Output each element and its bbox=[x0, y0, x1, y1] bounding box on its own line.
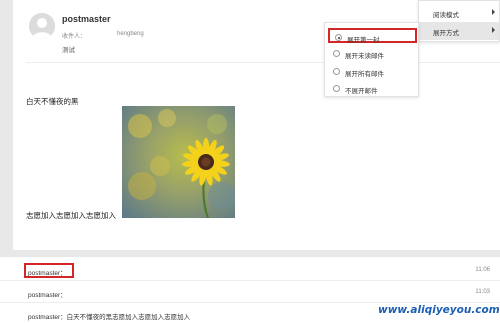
conversation-time: 11:03 bbox=[475, 289, 490, 295]
conversation-row[interactable]: postmaster： 11:03 bbox=[0, 282, 500, 303]
sunflower-image bbox=[122, 106, 235, 218]
option-label: 展开未读邮件 bbox=[345, 53, 384, 60]
avatar bbox=[29, 13, 55, 39]
option-label: 展开第一封 bbox=[347, 37, 380, 44]
option-label: 展开所有邮件 bbox=[345, 71, 384, 78]
conversation-time: 11:06 bbox=[475, 267, 490, 273]
menu-item-label: 阅读模式 bbox=[433, 12, 459, 19]
header-divider bbox=[26, 62, 500, 63]
recipient-name[interactable]: hengbeng bbox=[117, 31, 144, 37]
conversation-row[interactable]: postmaster： 11:06 bbox=[0, 260, 500, 281]
option-label: 不展开邮件 bbox=[345, 88, 378, 95]
options-menu: 阅读模式 展开方式 bbox=[418, 0, 500, 42]
option-expand-unread[interactable]: 展开未读邮件 bbox=[328, 46, 417, 61]
option-expand-all[interactable]: 展开所有邮件 bbox=[328, 64, 417, 79]
message-subject: 测试 bbox=[62, 47, 75, 54]
menu-item-label: 展开方式 bbox=[433, 30, 459, 37]
user-avatar-icon bbox=[29, 13, 55, 39]
conversation-preview: postmaster：白天不懂夜的黑志愿加入志愿加入志愿加入 bbox=[28, 314, 191, 321]
radio-icon[interactable] bbox=[333, 85, 340, 92]
conversation-preview: postmaster： bbox=[28, 270, 67, 277]
menu-item-reading-mode[interactable]: 阅读模式 bbox=[419, 4, 499, 22]
body-heading: 白天不懂夜的黑 bbox=[26, 97, 79, 106]
conversation-preview: postmaster： bbox=[28, 292, 67, 299]
chevron-right-icon bbox=[492, 9, 495, 15]
body-text-line: 志愿加入志愿加入志愿加入 bbox=[26, 211, 116, 220]
radio-icon[interactable] bbox=[333, 68, 340, 75]
option-no-expand[interactable]: 不展开邮件 bbox=[328, 81, 417, 96]
chevron-right-icon bbox=[492, 27, 495, 33]
radio-selected-icon[interactable] bbox=[335, 34, 342, 41]
menu-item-expand-mode[interactable]: 展开方式 bbox=[419, 22, 499, 40]
sender-name[interactable]: postmaster bbox=[62, 14, 111, 24]
expand-mode-submenu: 展开第一封 展开未读邮件 展开所有邮件 不展开邮件 bbox=[324, 22, 419, 97]
radio-icon[interactable] bbox=[333, 50, 340, 57]
option-expand-first[interactable]: 展开第一封 bbox=[328, 28, 417, 44]
recipient-label: 收件人： bbox=[62, 34, 87, 40]
watermark-text: www.aliqiyeyou.com bbox=[378, 304, 500, 316]
